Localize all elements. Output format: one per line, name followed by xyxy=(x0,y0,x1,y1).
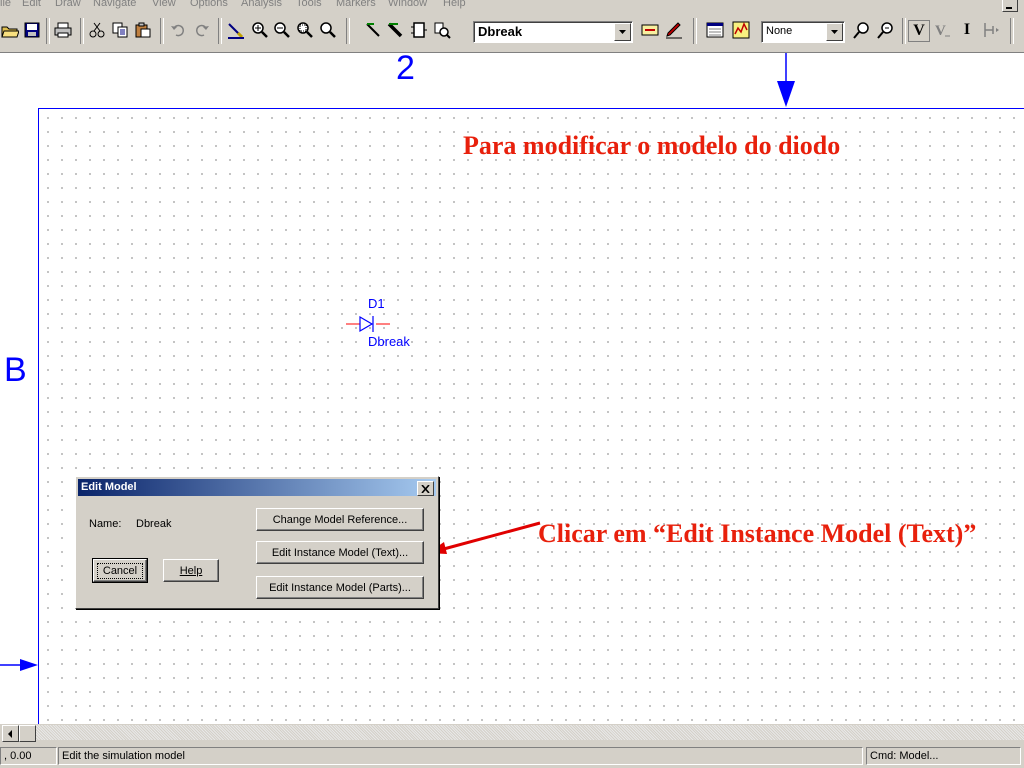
wire-icon[interactable] xyxy=(364,20,384,40)
probe-icon[interactable] xyxy=(852,20,872,40)
zone-label-left: B xyxy=(4,351,27,389)
edit-symbol-icon[interactable] xyxy=(664,20,684,40)
diode-reference-label[interactable]: D1 xyxy=(368,296,385,311)
menu-edit[interactable]: Edit xyxy=(22,0,41,9)
annotation-title: Para modificar o modelo do diodo xyxy=(463,131,841,160)
toolbar: Dbreak None V V I xyxy=(0,12,1024,53)
zoom-in-icon[interactable] xyxy=(250,20,270,40)
voltage-marker-icon[interactable]: V xyxy=(908,20,930,42)
chevron-down-icon[interactable] xyxy=(826,23,843,41)
setup-analysis-icon[interactable] xyxy=(705,20,725,40)
change-model-reference-button[interactable]: Change Model Reference... xyxy=(256,508,424,531)
menu-bar: ile Edit Draw Navigate View Options Anal… xyxy=(0,0,1024,12)
copy-icon[interactable] xyxy=(110,20,130,40)
window-minimize-button[interactable] xyxy=(1002,0,1018,12)
get-part-icon[interactable] xyxy=(432,20,452,40)
voltage-diff-icon[interactable]: V xyxy=(932,20,952,40)
zone-label-top: 2 xyxy=(396,53,415,87)
menu-tools[interactable]: Tools xyxy=(296,0,322,9)
zoom-out-icon[interactable] xyxy=(272,20,292,40)
name-value: Dbreak xyxy=(136,518,172,530)
status-message: Edit the simulation model xyxy=(58,747,863,765)
zone-arrow-left xyxy=(0,659,38,671)
block-icon[interactable] xyxy=(409,20,429,40)
menu-help[interactable]: Help xyxy=(443,0,466,9)
scroll-left-button[interactable] xyxy=(2,725,19,742)
scroll-thumb[interactable] xyxy=(19,725,36,742)
zoom-area-icon[interactable] xyxy=(295,20,315,40)
scroll-track[interactable] xyxy=(36,725,1024,740)
simulate-icon[interactable] xyxy=(731,20,751,40)
dialog-title: Edit Model xyxy=(81,481,137,493)
dialog-close-button[interactable] xyxy=(417,481,434,496)
grid xyxy=(38,108,1024,724)
draw-wire-icon[interactable] xyxy=(226,20,246,40)
status-command: Cmd: Model... xyxy=(866,747,1021,765)
edit-instance-model-parts-button[interactable]: Edit Instance Model (Parts)... xyxy=(256,576,424,599)
enable-bias-icon[interactable] xyxy=(981,20,1001,40)
redo-icon[interactable] xyxy=(192,20,212,40)
name-label: Name: xyxy=(89,518,122,530)
zone-arrow-top xyxy=(777,53,795,107)
horizontal-scrollbar[interactable] xyxy=(0,724,1024,742)
menu-file[interactable]: ile xyxy=(0,0,11,9)
status-bar: , 0.00 Edit the simulation model Cmd: Mo… xyxy=(0,744,1024,768)
annotation-arrow xyxy=(428,521,541,554)
diode-model-label[interactable]: Dbreak xyxy=(368,334,410,349)
page-border-left xyxy=(38,108,39,724)
current-marker-icon[interactable]: I xyxy=(957,20,977,40)
cut-icon[interactable] xyxy=(87,20,107,40)
close-icon xyxy=(421,484,430,493)
edit-attributes-icon[interactable] xyxy=(640,20,660,40)
save-icon[interactable] xyxy=(22,20,42,40)
menu-navigate[interactable]: Navigate xyxy=(93,0,136,9)
menu-options[interactable]: Options xyxy=(190,0,228,9)
dialog-title-bar[interactable]: Edit Model xyxy=(78,479,436,496)
menu-markers[interactable]: Markers xyxy=(336,0,376,9)
print-icon[interactable] xyxy=(53,20,73,40)
schematic-canvas[interactable]: 2 B Para modificar o modelo do diodo Cli… xyxy=(0,53,1024,724)
menu-window[interactable]: Window xyxy=(388,0,427,9)
probe-add-icon[interactable] xyxy=(876,20,896,40)
help-button[interactable]: Help xyxy=(163,559,219,582)
annotation-instruction: Clicar em “Edit Instance Model (Text)” xyxy=(538,519,977,548)
part-name-combo[interactable]: Dbreak xyxy=(473,21,633,43)
part-name-value: Dbreak xyxy=(478,24,523,39)
diode-symbol[interactable] xyxy=(344,315,394,333)
edit-model-dialog: Edit Model Name: Dbreak Change Model Ref… xyxy=(75,476,439,609)
zoom-fit-icon[interactable] xyxy=(318,20,338,40)
status-coords: , 0.00 xyxy=(0,747,57,765)
svg-text:V: V xyxy=(935,23,946,39)
open-icon[interactable] xyxy=(0,20,20,40)
edit-instance-model-text-button[interactable]: Edit Instance Model (Text)... xyxy=(256,541,424,564)
probe-setup-value: None xyxy=(766,25,793,37)
chevron-down-icon[interactable] xyxy=(614,23,631,41)
menu-analysis[interactable]: Analysis xyxy=(241,0,282,9)
undo-icon[interactable] xyxy=(168,20,188,40)
menu-view[interactable]: View xyxy=(152,0,176,9)
menu-draw[interactable]: Draw xyxy=(55,0,81,9)
bus-icon[interactable] xyxy=(386,20,406,40)
paste-icon[interactable] xyxy=(133,20,153,40)
probe-setup-combo[interactable]: None xyxy=(761,21,845,43)
page-border-top xyxy=(38,108,1024,109)
cancel-button[interactable]: Cancel xyxy=(92,558,148,583)
chevron-left-icon xyxy=(8,729,12,738)
